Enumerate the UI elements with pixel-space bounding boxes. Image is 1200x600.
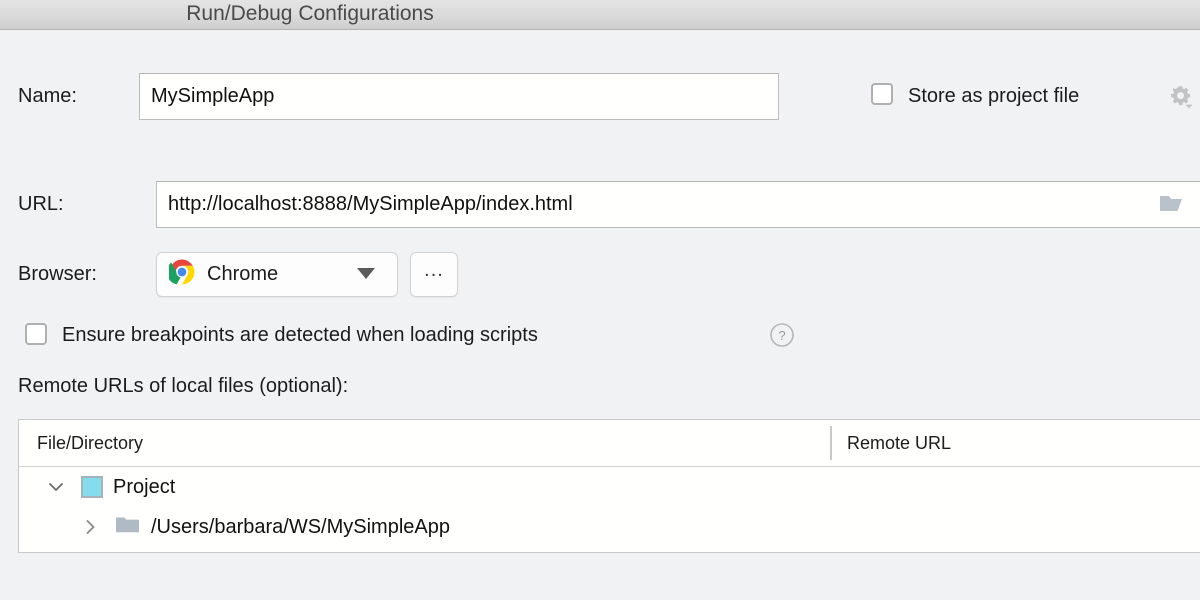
column-header-remote-url[interactable]: Remote URL [847, 420, 951, 466]
remote-urls-label: Remote URLs of local files (optional): [18, 375, 348, 398]
tree-item-label: Project [113, 476, 175, 499]
remote-urls-table: File/Directory Remote URL Project /Users [18, 419, 1200, 553]
store-as-project-file-label: Store as project file [908, 85, 1079, 108]
table-row[interactable]: /Users/barbara/WS/MySimpleApp [19, 507, 1200, 547]
browser-label: Browser: [18, 263, 97, 286]
window-titlebar: Run/Debug Configurations [0, 0, 1200, 30]
svg-text:?: ? [778, 328, 785, 343]
url-label: URL: [18, 193, 64, 216]
table-header-row: File/Directory Remote URL [19, 420, 1200, 467]
folder-icon [115, 514, 141, 540]
column-resize-handle[interactable] [830, 426, 832, 460]
project-icon [81, 476, 103, 498]
browser-more-button[interactable]: ... [410, 252, 458, 297]
url-input-value: http://localhost:8888/MySimpleApp/index.… [157, 193, 1154, 216]
tree-item-label: /Users/barbara/WS/MySimpleApp [151, 516, 450, 539]
chevron-down-icon [357, 266, 375, 284]
ensure-breakpoints-checkbox[interactable] [25, 323, 47, 345]
chrome-icon [169, 259, 195, 290]
name-input[interactable]: MySimpleApp [139, 73, 779, 120]
store-as-project-file-checkbox[interactable] [871, 83, 893, 105]
table-row[interactable]: Project [19, 467, 1200, 507]
gear-icon[interactable] [1165, 82, 1195, 112]
window-title: Run/Debug Configurations [0, 0, 620, 29]
name-label: Name: [18, 85, 77, 108]
browser-select[interactable]: Chrome [156, 252, 398, 297]
name-input-value: MySimpleApp [140, 85, 778, 108]
chevron-down-icon[interactable] [43, 483, 69, 492]
browser-select-value: Chrome [207, 263, 357, 286]
column-header-file-directory[interactable]: File/Directory [37, 420, 143, 466]
question-circle-icon[interactable]: ? [769, 322, 795, 348]
open-folder-icon[interactable] [1154, 181, 1192, 228]
ensure-breakpoints-label: Ensure breakpoints are detected when loa… [62, 324, 538, 347]
chevron-right-icon[interactable] [77, 520, 103, 534]
url-input[interactable]: http://localhost:8888/MySimpleApp/index.… [156, 181, 1200, 228]
